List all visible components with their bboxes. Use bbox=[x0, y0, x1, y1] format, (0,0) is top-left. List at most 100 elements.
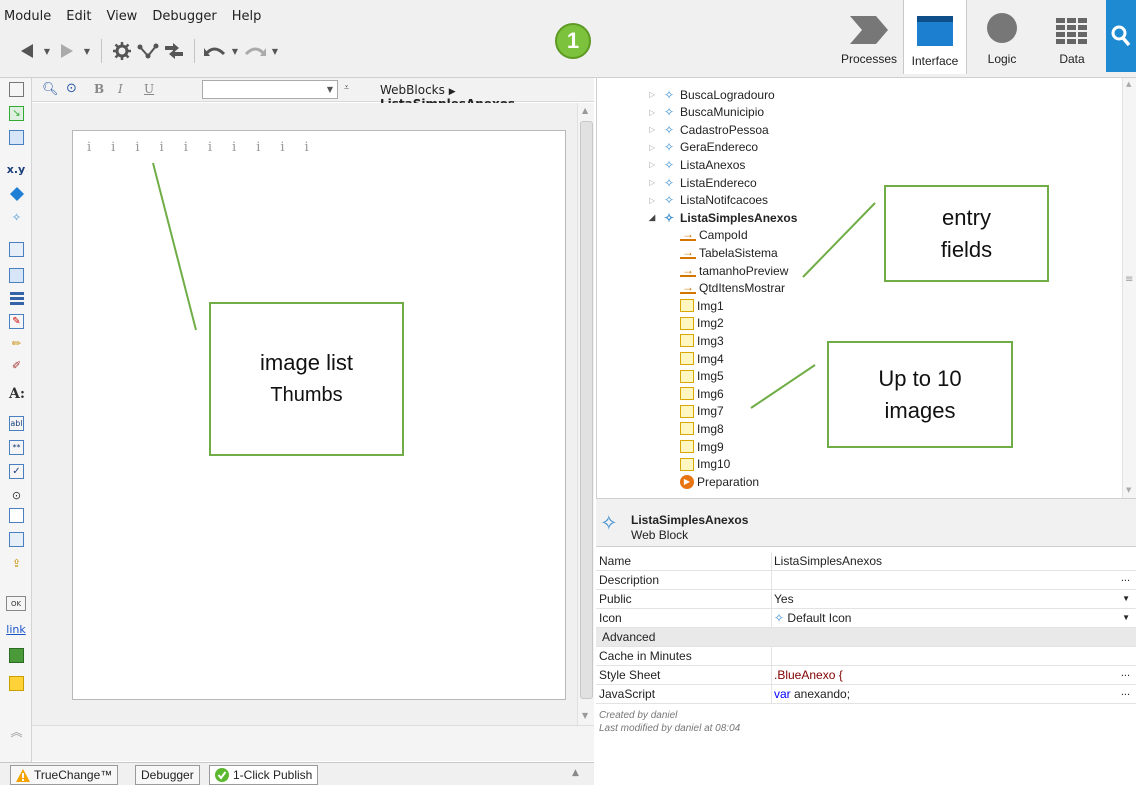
ellipsis-button[interactable]: ... bbox=[1121, 667, 1130, 679]
scrollbar-thumb[interactable] bbox=[580, 121, 593, 699]
tree-item-webblock[interactable]: ▷ ✧ GeraEndereco bbox=[649, 139, 758, 156]
forward-button[interactable] bbox=[56, 38, 78, 64]
diamond-widget-icon[interactable] bbox=[9, 186, 24, 201]
thumb-image-icon[interactable]: i bbox=[232, 140, 236, 155]
preview-icon[interactable]: ⊙ bbox=[66, 81, 77, 96]
expand-arrow-icon[interactable]: ▷ bbox=[649, 108, 658, 117]
list-records-widget-icon[interactable] bbox=[9, 290, 24, 305]
redo-dropdown-icon[interactable]: ▼ bbox=[270, 38, 280, 64]
chevron-up-icon[interactable]: ︽ bbox=[9, 724, 24, 739]
scrollbar-grip-icon[interactable]: ≡ bbox=[1125, 274, 1133, 285]
tree-item-webblock[interactable]: ▷ ✧ BuscaMunicipio bbox=[649, 104, 764, 121]
tree-item-webblock[interactable]: ▷ ✧ BuscaLogradouro bbox=[649, 86, 775, 103]
image-widget-icon[interactable] bbox=[9, 648, 24, 663]
tree-item-local-variable[interactable]: Img10 bbox=[680, 456, 730, 473]
property-javascript-value[interactable]: var anexando; bbox=[774, 687, 850, 701]
expand-panel-icon[interactable]: ▲ bbox=[572, 768, 579, 778]
radio-widget-icon[interactable]: ⊙ bbox=[9, 488, 24, 503]
tree-item-webblock[interactable]: ▷ ✧ ListaAnexos bbox=[649, 156, 745, 173]
scroll-down-icon[interactable]: ▼ bbox=[1126, 486, 1131, 494]
thumb-image-icon[interactable]: i bbox=[135, 140, 139, 155]
tab-truechange[interactable]: TrueChange™ bbox=[10, 765, 119, 785]
bold-button[interactable]: B bbox=[94, 82, 104, 96]
expand-arrow-icon[interactable]: ▷ bbox=[649, 196, 658, 205]
edit-pencil-icon[interactable]: ✏ bbox=[9, 336, 24, 351]
zoom-icon[interactable]: 🔍︎ bbox=[42, 82, 59, 97]
expand-arrow-icon[interactable]: ▷ bbox=[649, 178, 658, 187]
webblock-widget-icon[interactable]: ✧ bbox=[9, 210, 24, 225]
menu-view[interactable]: View bbox=[106, 9, 137, 24]
tree-item-webblock[interactable]: ▷ ✧ CadastroPessoa bbox=[649, 121, 769, 138]
dependencies-button[interactable] bbox=[137, 38, 159, 64]
table-records-widget-icon[interactable] bbox=[9, 268, 24, 283]
property-name-value[interactable]: ListaSimplesAnexos bbox=[774, 554, 882, 568]
tree-item-input-parameter[interactable]: → tamanhoPreview bbox=[680, 262, 788, 279]
tree-item-local-variable[interactable]: Img6 bbox=[680, 385, 724, 402]
tab-data[interactable]: Data bbox=[1037, 0, 1107, 72]
toolbar-overflow-icon[interactable]: ⩡ bbox=[344, 83, 349, 93]
redo-button[interactable] bbox=[244, 38, 266, 64]
text-widget-icon[interactable]: A: bbox=[7, 386, 27, 402]
publish-status-badge[interactable]: 1 bbox=[555, 23, 591, 59]
property-icon-select[interactable]: ✧ Default Icon bbox=[774, 611, 851, 625]
thumb-image-icon[interactable]: i bbox=[184, 140, 188, 155]
brush-widget-icon[interactable]: ✐ bbox=[9, 358, 24, 373]
italic-button[interactable]: I bbox=[118, 82, 123, 96]
thumb-image-icon[interactable]: i bbox=[305, 140, 309, 155]
tree-item-local-variable[interactable]: Img1 bbox=[680, 297, 724, 314]
expand-arrow-icon[interactable]: ▷ bbox=[649, 160, 658, 169]
tree-item-input-parameter[interactable]: → CampoId bbox=[680, 227, 748, 244]
chevron-down-icon[interactable]: ▼ bbox=[1122, 613, 1130, 622]
tree-item-local-variable[interactable]: Img8 bbox=[680, 420, 724, 437]
scroll-up-icon[interactable]: ▲ bbox=[582, 106, 588, 115]
thumb-image-icon[interactable]: i bbox=[111, 140, 115, 155]
tree-item-webblock[interactable]: ▷ ✧ ListaNotifcacoes bbox=[649, 192, 768, 209]
expand-arrow-icon[interactable]: ▷ bbox=[649, 143, 658, 152]
expression-widget-icon[interactable]: x.y bbox=[6, 162, 26, 177]
tree-item-preparation[interactable]: ▶ Preparation bbox=[680, 473, 759, 490]
search-button[interactable] bbox=[1106, 0, 1136, 72]
edit-record-widget-icon[interactable]: ✎ bbox=[9, 314, 24, 329]
tree-item-local-variable[interactable]: Img7 bbox=[680, 403, 724, 420]
thumb-image-icon[interactable]: i bbox=[160, 140, 164, 155]
tree-item-webblock[interactable]: ▷ ✧ ListaEndereco bbox=[649, 174, 757, 191]
property-public-select[interactable]: Yes bbox=[774, 592, 794, 606]
placeholder-widget-icon[interactable] bbox=[9, 676, 24, 691]
chevron-down-icon[interactable]: ▼ bbox=[1122, 594, 1130, 603]
menu-edit[interactable]: Edit bbox=[66, 9, 91, 24]
canvas-scrollbar[interactable]: ▲ ▼ bbox=[577, 103, 594, 725]
breadcrumb-parent[interactable]: WebBlocks bbox=[380, 83, 445, 97]
form-widget-icon[interactable] bbox=[9, 242, 24, 257]
tree-item-local-variable[interactable]: Img3 bbox=[680, 332, 724, 349]
underline-button[interactable]: U bbox=[144, 82, 154, 96]
tree-item-webblock[interactable]: ◢ ✧ ListaSimplesAnexos bbox=[649, 209, 797, 226]
listbox-widget-icon[interactable] bbox=[9, 532, 24, 547]
settings-button[interactable] bbox=[111, 38, 133, 64]
collapse-arrow-icon[interactable]: ◢ bbox=[649, 213, 658, 222]
style-class-select[interactable]: ▼ bbox=[202, 80, 338, 99]
scroll-down-icon[interactable]: ▼ bbox=[582, 711, 588, 720]
thumb-image-icon[interactable]: i bbox=[87, 140, 91, 155]
table-widget-icon[interactable] bbox=[9, 130, 24, 145]
tree-item-input-parameter[interactable]: → QtdItensMostrar bbox=[680, 280, 785, 297]
back-button[interactable] bbox=[16, 38, 38, 64]
upload-widget-icon[interactable]: ⇪ bbox=[9, 556, 24, 571]
expand-arrow-icon[interactable]: ▷ bbox=[649, 90, 658, 99]
tree-item-local-variable[interactable]: Img9 bbox=[680, 438, 724, 455]
input-widget-icon[interactable]: abl bbox=[9, 416, 24, 431]
back-dropdown-icon[interactable]: ▼ bbox=[42, 38, 52, 64]
tree-item-local-variable[interactable]: Img2 bbox=[680, 315, 724, 332]
tab-debugger[interactable]: Debugger bbox=[135, 765, 200, 785]
container-widget-icon[interactable] bbox=[9, 82, 24, 97]
combo-widget-icon[interactable] bbox=[9, 508, 24, 523]
tree-scrollbar[interactable]: ▲ ≡ ▼ bbox=[1122, 78, 1136, 498]
scroll-up-icon[interactable]: ▲ bbox=[1126, 80, 1131, 88]
property-section-advanced[interactable]: Advanced bbox=[596, 628, 1136, 647]
tab-one-click-publish[interactable]: 1-Click Publish bbox=[209, 765, 319, 785]
forward-dropdown-icon[interactable]: ▼ bbox=[82, 38, 92, 64]
tree-item-local-variable[interactable]: Img5 bbox=[680, 368, 724, 385]
tree-item-input-parameter[interactable]: → TabelaSistema bbox=[680, 244, 778, 261]
link-widget-icon[interactable]: link bbox=[6, 622, 26, 637]
property-stylesheet-value[interactable]: .BlueAnexo { bbox=[774, 668, 843, 682]
button-widget-icon[interactable]: OK bbox=[6, 596, 26, 611]
